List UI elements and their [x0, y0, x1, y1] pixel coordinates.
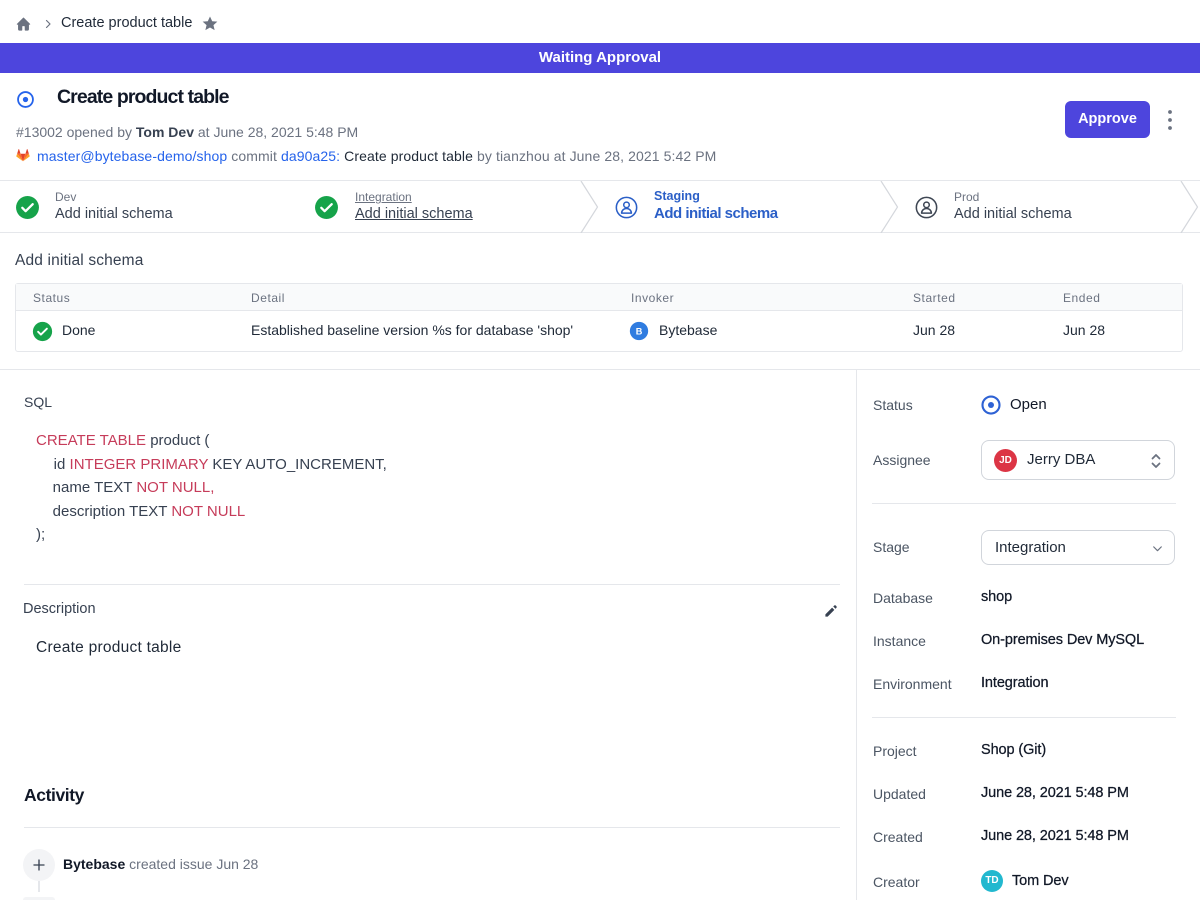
svg-text:B: B	[636, 327, 643, 337]
